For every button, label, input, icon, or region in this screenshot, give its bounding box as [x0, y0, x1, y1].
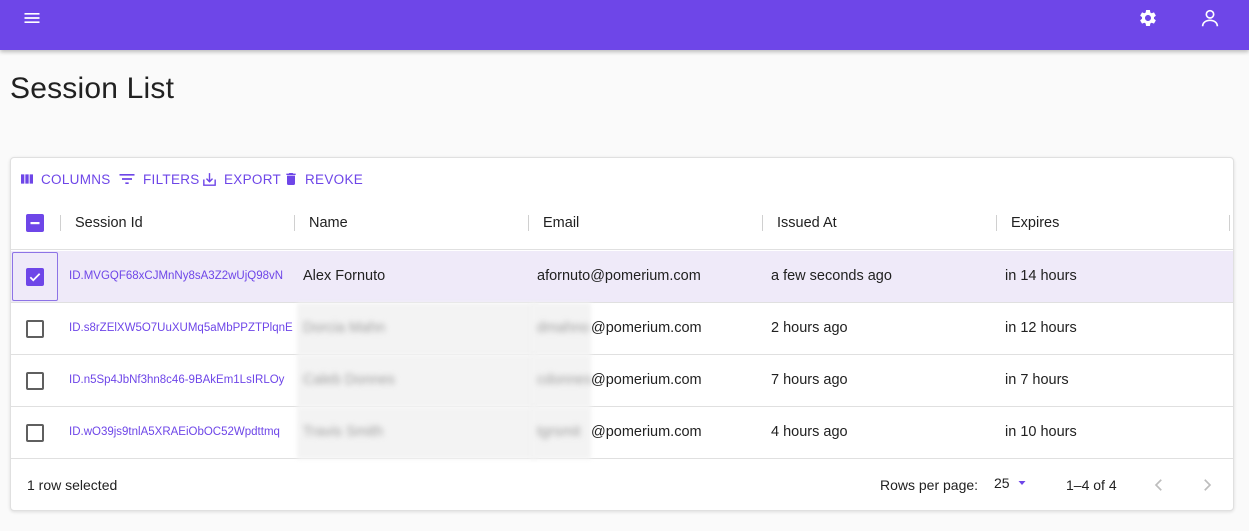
issued-at-cell: a few seconds ago	[771, 268, 892, 284]
expires-cell: in 7 hours	[1005, 372, 1069, 388]
settings-button[interactable]	[1128, 0, 1168, 38]
row-checkbox[interactable]	[26, 268, 44, 286]
revoke-button[interactable]: REVOKE	[283, 168, 363, 190]
table-row[interactable]: ID.s8rZElXW5O7UuXUMq5aMbPPZTPlqnE Dorcia…	[11, 303, 1233, 355]
table-toolbar: COLUMNS FILTERS EXPORT REVOKE	[11, 158, 1233, 200]
session-id-link[interactable]: ID.s8rZElXW5O7UuXUMq5aMbPPZTPlqnE	[69, 322, 293, 334]
expires-cell: in 10 hours	[1005, 424, 1077, 440]
filters-button[interactable]: FILTERS	[117, 168, 200, 190]
user-icon	[1201, 9, 1219, 27]
trash-icon	[286, 173, 296, 185]
name-cell: Alex Fornuto	[303, 268, 386, 284]
email-user-cell: cdonnes	[537, 372, 592, 388]
row-checkbox[interactable]	[26, 372, 44, 390]
rows-per-page-value: 25	[994, 475, 1010, 491]
download-icon	[203, 172, 216, 186]
page-title: Session List	[10, 72, 175, 105]
column-separator[interactable]	[762, 215, 763, 231]
revoke-label: REVOKE	[305, 171, 364, 187]
menu-icon	[24, 13, 40, 23]
check-icon	[29, 273, 41, 282]
row-checkbox[interactable]	[26, 424, 44, 442]
rows-per-page-label: Rows per page:	[880, 477, 979, 493]
email-domain-cell: @pomerium.com	[591, 372, 702, 388]
filter-icon	[119, 174, 135, 184]
column-separator[interactable]	[294, 215, 295, 231]
menu-button[interactable]	[12, 0, 52, 38]
next-page-button[interactable]	[1195, 473, 1219, 497]
table-row[interactable]: ID.MVGQF68xCJMnNy8sA3Z2wUjQ98vN Alex For…	[11, 251, 1233, 303]
issued-at-cell: 2 hours ago	[771, 320, 848, 336]
indeterminate-icon	[30, 222, 40, 225]
session-id-link[interactable]: ID.n5Sp4JbNf3hn8c46-9BAkEm1LsIRLOy	[69, 374, 293, 386]
email-domain-cell: @pomerium.com	[591, 320, 702, 336]
header-expires[interactable]: Expires	[1011, 215, 1059, 231]
name-cell: Caleb Donnes	[303, 372, 395, 388]
columns-icon	[21, 174, 33, 184]
header-issued-at[interactable]: Issued At	[777, 215, 837, 231]
export-label: EXPORT	[224, 171, 282, 187]
export-button[interactable]: EXPORT	[201, 168, 281, 190]
session-id-link[interactable]: ID.wO39js9tnlA5XRAEiObOC52Wpdttmq	[69, 426, 293, 438]
previous-page-button[interactable]	[1147, 473, 1171, 497]
expires-cell: in 14 hours	[1005, 268, 1077, 284]
select-all-checkbox[interactable]	[26, 214, 44, 232]
table-row[interactable]: ID.n5Sp4JbNf3hn8c46-9BAkEm1LsIRLOy Caleb…	[11, 355, 1233, 407]
name-cell: Dorcia Mahn	[303, 320, 386, 336]
column-separator[interactable]	[528, 215, 529, 231]
column-separator[interactable]	[1229, 215, 1230, 231]
expires-cell: in 12 hours	[1005, 320, 1077, 336]
header-session-id[interactable]: Session Id	[75, 215, 143, 231]
chevron-right-icon	[1204, 479, 1212, 491]
columns-label: COLUMNS	[41, 171, 111, 187]
row-checkbox[interactable]	[26, 320, 44, 338]
caret-down-icon	[1018, 481, 1026, 485]
table-row[interactable]: ID.wO39js9tnlA5XRAEiObOC52Wpdttmq Travis…	[11, 407, 1233, 459]
header-name[interactable]: Name	[309, 215, 348, 231]
columns-button[interactable]: COLUMNS	[19, 168, 111, 190]
pagination-range: 1–4 of 4	[1066, 477, 1117, 493]
session-table: COLUMNS FILTERS EXPORT REVOKE Session Id…	[10, 157, 1234, 511]
email-domain-cell: @pomerium.com	[591, 424, 702, 440]
email-user-cell: dmahno	[537, 320, 590, 336]
header-email[interactable]: Email	[543, 215, 579, 231]
table-footer: 1 row selected Rows per page: 25 1–4 of …	[11, 459, 1233, 510]
issued-at-cell: 4 hours ago	[771, 424, 848, 440]
account-button[interactable]	[1190, 0, 1230, 38]
session-id-link[interactable]: ID.MVGQF68xCJMnNy8sA3Z2wUjQ98vN	[69, 270, 293, 282]
email-cell: afornuto@pomerium.com	[537, 268, 701, 284]
column-separator[interactable]	[60, 215, 61, 231]
app-bar	[0, 0, 1249, 50]
column-separator[interactable]	[996, 215, 997, 231]
name-cell: Travis Smith	[303, 424, 384, 440]
table-header: Session Id Name Email Issued At Expires	[11, 200, 1233, 250]
email-user-cell: tgrsmit	[537, 424, 581, 440]
filters-label: FILTERS	[143, 171, 200, 187]
rows-per-page-select[interactable]: 25	[994, 475, 1028, 491]
selection-count: 1 row selected	[27, 477, 118, 493]
chevron-left-icon	[1154, 479, 1162, 491]
issued-at-cell: 7 hours ago	[771, 372, 848, 388]
gear-icon	[1140, 9, 1156, 26]
